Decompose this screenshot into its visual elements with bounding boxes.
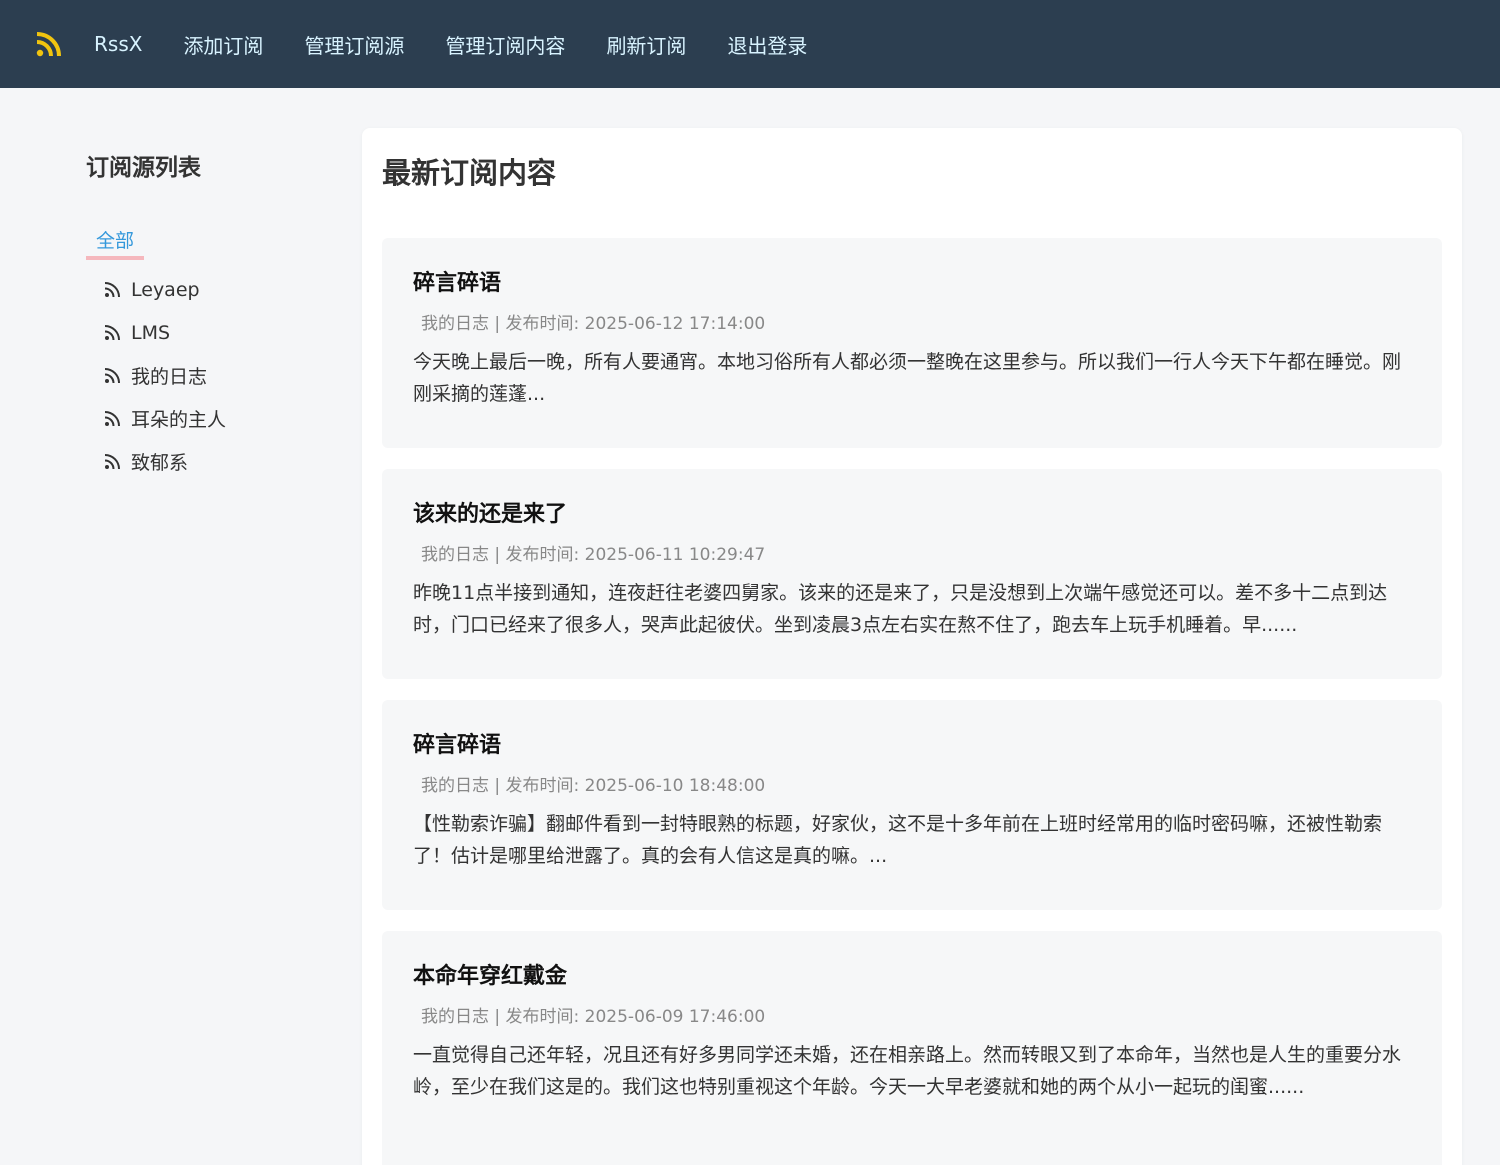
article-summary: 【性勒索诈骗】翻邮件看到一封特眼熟的标题，好家伙，这不是十多年前在上班时经常用的… [413,813,1383,867]
article-summary: 今天晚上最后一晚，所有人要通宵。本地习俗所有人都必须一整晚在这里参与。所以我们一… [413,351,1402,405]
article-summary: 昨晚11点半接到通知，连夜赶往老婆四舅家。该来的还是来了，只是没想到上次端午感觉… [413,582,1388,636]
article-meta: 我的日志 | 发布时间: 2025-06-09 17:46:00 [421,1007,766,1027]
article-meta: 我的日志 | 发布时间: 2025-06-10 18:48:00 [421,776,766,796]
feed-label: 耳朵的主人 [131,409,227,431]
sidebar-item-leyaep[interactable]: Leyaep [104,268,336,311]
nav-manage-sources[interactable]: 管理订阅源 [304,30,404,59]
feed-label: 我的日志 [131,366,208,388]
rss-logo-icon[interactable] [36,30,64,58]
sidebar-item-ear-owner[interactable]: 耳朵的主人 [104,397,336,440]
article-card: 该来的还是来了 我的日志 | 发布时间: 2025-06-11 10:29:47… [382,469,1442,679]
rss-icon [104,409,124,429]
article-summary: 一直觉得自己还年轻，况且还有好多男同学还未婚，还在相亲路上。然而转眼又到了本命年… [413,1044,1402,1098]
sidebar-item-lms[interactable]: LMS [104,311,336,354]
article-card: 碎言碎语 我的日志 | 发布时间: 2025-06-10 18:48:00 【性… [382,700,1442,910]
article-meta: 我的日志 | 发布时间: 2025-06-11 10:29:47 [421,545,766,565]
sidebar: 订阅源列表 全部 Leyaep LMS 我的日志 耳朵的主人 致郁系 [86,150,336,483]
sidebar-item-all[interactable]: 全部 [86,226,145,260]
article-title[interactable]: 碎言碎语 [413,730,1411,762]
nav-add-subscription[interactable]: 添加订阅 [183,30,263,59]
rss-icon [104,452,124,472]
page-title: 最新订阅内容 [382,156,557,190]
rss-icon [104,323,124,343]
nav-brand-link[interactable]: RssX [94,32,142,56]
sidebar-title: 订阅源列表 [86,155,201,181]
nav-manage-content[interactable]: 管理订阅内容 [445,30,565,59]
feed-list: Leyaep LMS 我的日志 耳朵的主人 致郁系 [86,268,336,483]
rss-icon [104,280,124,300]
article-meta: 我的日志 | 发布时间: 2025-06-12 17:14:00 [421,314,766,334]
top-navbar: RssX 添加订阅 管理订阅源 管理订阅内容 刷新订阅 退出登录 [0,0,1500,88]
feed-label: Leyaep [131,278,200,301]
article-title[interactable]: 该来的还是来了 [413,499,1411,531]
article-card: 碎言碎语 我的日志 | 发布时间: 2025-06-12 17:14:00 今天… [382,238,1442,448]
nav-logout[interactable]: 退出登录 [727,30,807,59]
article-title[interactable]: 碎言碎语 [413,268,1411,300]
article-title[interactable]: 本命年穿红戴金 [413,961,1411,993]
nav-refresh[interactable]: 刷新订阅 [606,30,686,59]
sidebar-item-my-diary[interactable]: 我的日志 [104,354,336,397]
feed-label: LMS [131,321,171,344]
feed-label: 致郁系 [131,452,189,474]
sidebar-item-zhiyuxi[interactable]: 致郁系 [104,440,336,483]
article-card: 本命年穿红戴金 我的日志 | 发布时间: 2025-06-09 17:46:00… [382,931,1442,1165]
main-content: 最新订阅内容 碎言碎语 我的日志 | 发布时间: 2025-06-12 17:1… [362,128,1462,1165]
rss-icon [104,366,124,386]
